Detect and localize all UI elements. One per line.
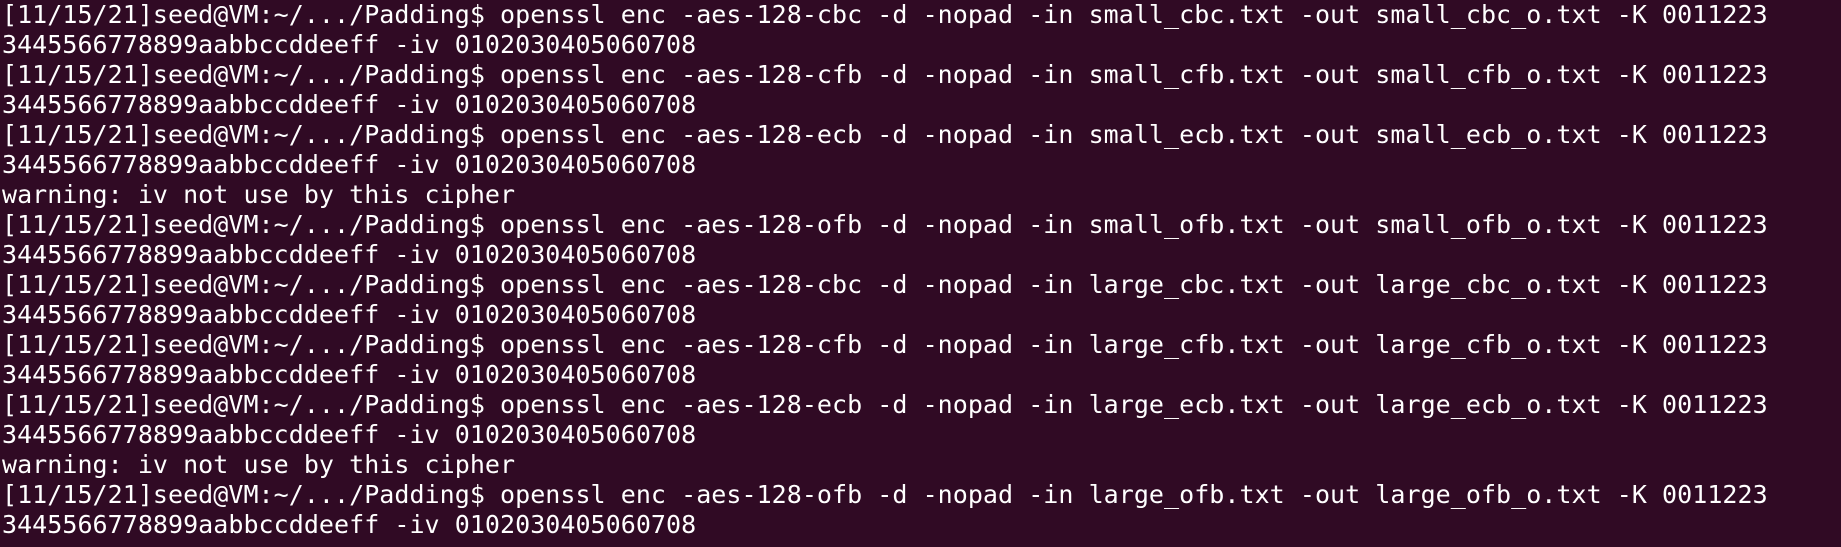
terminal-line: 3445566778899aabbccddeeff -iv 0102030405… [2,510,697,539]
terminal-line: 3445566778899aabbccddeeff -iv 0102030405… [2,360,697,389]
terminal-line: [11/15/21]seed@VM:~/.../Padding$ openssl… [2,120,1768,149]
terminal-output[interactable]: [11/15/21]seed@VM:~/.../Padding$ openssl… [0,0,1841,547]
terminal-line: [11/15/21]seed@VM:~/.../Padding$ openssl… [2,60,1768,89]
terminal-line: 3445566778899aabbccddeeff -iv 0102030405… [2,150,697,179]
terminal-line: 3445566778899aabbccddeeff -iv 0102030405… [2,90,697,119]
terminal-line: 3445566778899aabbccddeeff -iv 0102030405… [2,300,697,329]
terminal-line: [11/15/21]seed@VM:~/.../Padding$ openssl… [2,210,1768,239]
terminal-line: 3445566778899aabbccddeeff -iv 0102030405… [2,30,697,59]
terminal-line: 3445566778899aabbccddeeff -iv 0102030405… [2,240,697,269]
terminal-line: [11/15/21]seed@VM:~/.../Padding$ openssl… [2,330,1768,359]
terminal-line: [11/15/21]seed@VM:~/.../Padding$ openssl… [2,480,1768,509]
terminal-warning-line: warning: iv not use by this cipher [2,180,516,209]
terminal-line: [11/15/21]seed@VM:~/.../Padding$ openssl… [2,390,1768,419]
terminal-warning-line: warning: iv not use by this cipher [2,450,516,479]
terminal-line: 3445566778899aabbccddeeff -iv 0102030405… [2,420,697,449]
terminal-line: [11/15/21]seed@VM:~/.../Padding$ openssl… [2,0,1768,29]
terminal-line: [11/15/21]seed@VM:~/.../Padding$ openssl… [2,270,1768,299]
